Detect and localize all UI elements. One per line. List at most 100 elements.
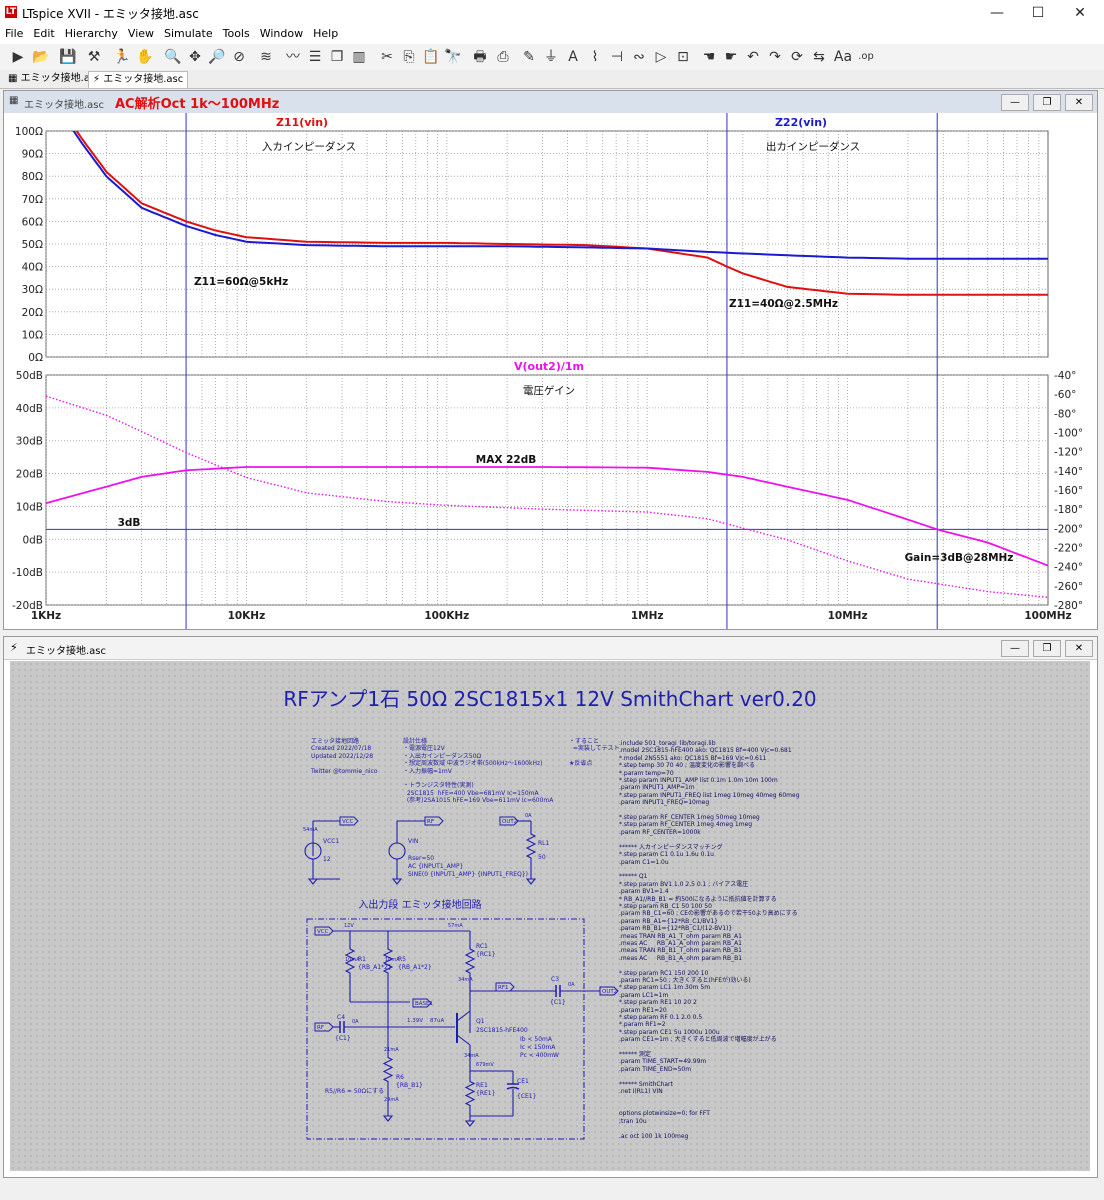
voltmeter-icon[interactable]: 〰 xyxy=(283,47,303,67)
run-icon[interactable]: 🏃 xyxy=(112,47,132,67)
new-schematic-icon[interactable]: ▶ xyxy=(8,47,28,67)
cut-icon[interactable]: ✂ xyxy=(377,47,397,67)
move-icon[interactable]: ☚ xyxy=(699,47,719,67)
plot-restore-button[interactable]: ❐ xyxy=(1033,94,1061,111)
tab-schematic[interactable]: ⚡ エミッタ接地.asc xyxy=(88,71,189,88)
rotate-icon[interactable]: ⟳ xyxy=(787,47,807,67)
rl1-resistor xyxy=(525,821,537,871)
menu-edit[interactable]: Edit xyxy=(28,26,59,41)
undo-icon[interactable]: ↶ xyxy=(743,47,763,67)
draw-wire-icon[interactable]: ✎ xyxy=(519,47,539,67)
maximize-button[interactable]: ☐ xyxy=(1016,0,1060,26)
y2-tick-label: -180° xyxy=(1054,504,1083,516)
rl1-name: RL1 xyxy=(538,840,550,847)
c4-current: 0A xyxy=(352,1019,359,1025)
y2-tick-label: -120° xyxy=(1054,447,1083,459)
q1-limit-ic: Ic < 150mA xyxy=(520,1044,556,1051)
menu-file[interactable]: File xyxy=(0,26,28,41)
label-net-icon[interactable]: A xyxy=(563,47,583,67)
schematic-close-button[interactable]: ✕ xyxy=(1065,640,1093,657)
tile-horizontal-icon[interactable]: ☰ xyxy=(305,47,325,67)
r6-name: R6 xyxy=(396,1074,404,1081)
tile-vertical-icon[interactable]: ▥ xyxy=(349,47,369,67)
re1-name: RE1 xyxy=(476,1082,488,1089)
minimize-button[interactable]: — xyxy=(975,0,1019,26)
vin-rser: Rser=50 xyxy=(408,855,434,862)
rc1-value: {RC1} xyxy=(476,951,496,958)
schematic-minimize-button[interactable]: — xyxy=(1001,640,1029,657)
plot-minimize-button[interactable]: — xyxy=(1001,94,1029,111)
print-setup-icon[interactable]: 🖶 xyxy=(470,47,490,67)
save-icon[interactable]: 💾 xyxy=(58,47,78,67)
menu-tools[interactable]: Tools xyxy=(218,26,255,41)
menu-help[interactable]: Help xyxy=(308,26,343,41)
close-button[interactable]: ✕ xyxy=(1058,0,1102,26)
annotation-output-impedance: 出カインピーダンス xyxy=(766,140,860,153)
resistor-icon[interactable]: ⌇ xyxy=(585,47,605,67)
cascade-icon[interactable]: ❐ xyxy=(327,47,347,67)
menu-window[interactable]: Window xyxy=(255,26,308,41)
plot-close-button[interactable]: ✕ xyxy=(1065,94,1093,111)
y-tick-label: 30Ω xyxy=(22,284,43,296)
spice-directive-icon[interactable]: .op xyxy=(856,47,876,67)
print-icon[interactable]: ⎙ xyxy=(493,47,513,67)
legend-gain: V(out2)/1m xyxy=(514,360,584,373)
paste-icon[interactable]: 📋 xyxy=(421,47,441,67)
schematic-canvas[interactable]: RFアンプ1石 50Ω 2SC1815x1 12V SmithChart ver… xyxy=(10,661,1090,1171)
v12-label: 12V xyxy=(344,923,354,929)
halt-icon[interactable]: ✋ xyxy=(135,47,155,67)
text-icon[interactable]: Aa xyxy=(833,47,853,67)
circuit-drawing[interactable]: VCC 54mA VCC1 12 RF VIN Rser=50AC {INPUT1_AMP}… xyxy=(10,661,1090,1171)
r6-current: 21mA xyxy=(384,1047,399,1053)
diode-icon[interactable]: ▷ xyxy=(651,47,671,67)
c4-value: {C1} xyxy=(335,1035,351,1042)
ground-symbol xyxy=(307,878,319,885)
plot-window: ▦ エミッタ接地.asc AC解析Oct 1k～100MHz — ❐ ✕ 0Ω 1… xyxy=(3,90,1098,630)
redo-icon[interactable]: ↷ xyxy=(765,47,785,67)
y-tick-label: 90Ω xyxy=(22,149,43,161)
vin-source-symbol xyxy=(388,842,406,860)
pan-icon[interactable]: ✥ xyxy=(185,47,205,67)
y2-tick-label: -240° xyxy=(1054,562,1083,574)
capacitor-icon[interactable]: ⊣ xyxy=(607,47,627,67)
y-tick-label: 80Ω xyxy=(22,171,43,183)
y-tick-label: 0dB xyxy=(22,534,43,546)
mirror-icon[interactable]: ⇆ xyxy=(809,47,829,67)
ltspice-logo-icon: LT xyxy=(5,6,17,18)
out2-net-flag-text: OUT2 xyxy=(502,819,517,825)
rl1-value: 50 xyxy=(538,854,546,861)
plot-area[interactable]: 0Ω10Ω20Ω30Ω40Ω50Ω60Ω70Ω80Ω90Ω100Ω-20dB-1… xyxy=(4,113,1097,629)
copy-icon[interactable]: ⎘ xyxy=(399,47,419,67)
menu-simulate[interactable]: Simulate xyxy=(159,26,218,41)
inductor-icon[interactable]: ∾ xyxy=(629,47,649,67)
y-tick-label: 100Ω xyxy=(15,126,43,138)
autorange-icon[interactable]: ≋ xyxy=(256,47,276,67)
v57-label: 57mA xyxy=(448,923,463,929)
y2-tick-label: -100° xyxy=(1054,428,1083,440)
zoom-cancel-icon[interactable]: ⊘ xyxy=(229,47,249,67)
c3-value: {C1} xyxy=(550,999,566,1006)
zoom-out-icon[interactable]: 🔎 xyxy=(207,47,227,67)
annotation-gain-28mhz: Gain=3dB@28MHz xyxy=(905,552,1014,564)
control-panel-icon[interactable]: ⚒ xyxy=(84,47,104,67)
schematic-window: ⚡ エミッタ接地.asc — ❐ ✕ RFアンプ1石 50Ω 2SC1815x1… xyxy=(3,636,1098,1178)
zoom-in-icon[interactable]: 🔍 xyxy=(163,47,183,67)
menu-hierarchy[interactable]: Hierarchy xyxy=(60,26,123,41)
status-bar xyxy=(0,1178,1104,1200)
ground-symbol xyxy=(464,1120,476,1127)
menu-view[interactable]: View xyxy=(123,26,159,41)
ie-label: 34mA xyxy=(464,1053,479,1059)
q1-model: 2SC1815-hFE400 xyxy=(476,1027,528,1034)
waveform-icon: ▦ xyxy=(8,73,21,84)
schematic-icon: ⚡ xyxy=(10,641,18,654)
ground-icon[interactable]: ⏚ xyxy=(541,47,561,67)
title-bar: LT LTspice XVII - エミッタ接地.asc — ☐ ✕ xyxy=(0,0,1104,27)
component-icon[interactable]: ⊡ xyxy=(673,47,693,67)
open-folder-icon[interactable]: 📂 xyxy=(31,47,51,67)
plot-caption-text: エミッタ接地.asc xyxy=(24,100,105,111)
q1-collector xyxy=(456,1010,471,1022)
x-tick-label: 10KHz xyxy=(228,610,266,622)
schematic-restore-button[interactable]: ❐ xyxy=(1033,640,1061,657)
drag-icon[interactable]: ☛ xyxy=(721,47,741,67)
find-icon[interactable]: 🔭 xyxy=(443,47,463,67)
